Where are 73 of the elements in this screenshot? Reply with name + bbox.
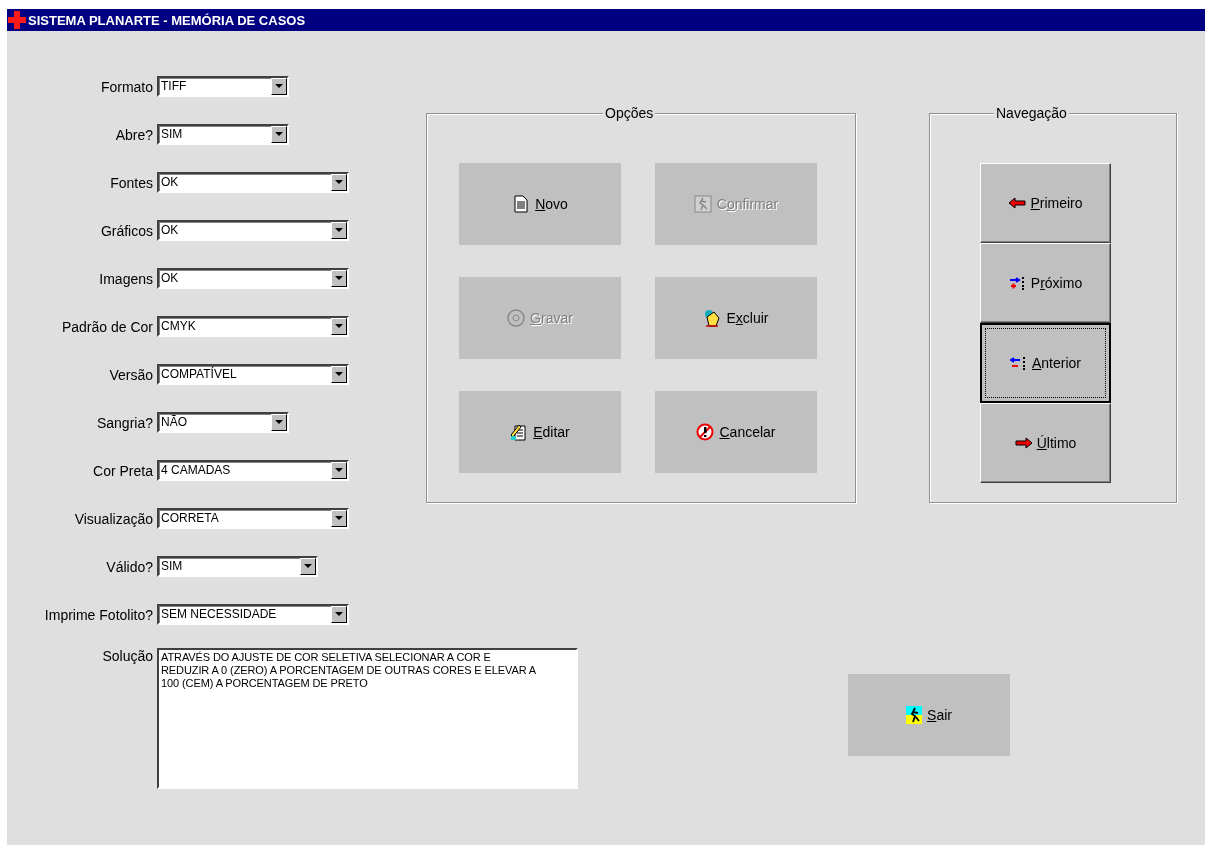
triangle-down-icon: [335, 276, 343, 281]
right-arrow-icon: [1014, 436, 1033, 450]
right-arrow-icon: [1008, 276, 1027, 290]
triangle-down-icon: [275, 84, 283, 89]
action-button[interactable]: Excluir: [655, 277, 817, 359]
triangle-down-icon: [335, 324, 343, 329]
field-label: Gráficos: [99, 222, 153, 239]
cross-icon: [8, 11, 26, 29]
running-figure-icon: [906, 706, 923, 724]
dropdown-arrow-button[interactable]: [331, 222, 347, 239]
triangle-down-icon: [335, 180, 343, 185]
dropdown-arrow-button[interactable]: [331, 174, 347, 191]
dropdown[interactable]: SIM: [157, 124, 289, 145]
action-button[interactable]: Novo: [459, 163, 621, 245]
triangle-down-icon: [335, 612, 343, 617]
triangle-down-icon: [335, 516, 343, 521]
dropdown[interactable]: 4 CAMADAS: [157, 460, 349, 481]
dropdown-arrow-button[interactable]: [271, 78, 287, 95]
document-pencil-icon: [510, 423, 529, 441]
running-figure-icon: [693, 195, 712, 213]
dropdown-arrow-button[interactable]: [331, 318, 347, 335]
prohibited-icon: [696, 423, 715, 441]
navigation-button[interactable]: Último: [980, 403, 1111, 483]
field-label: Padrão de Cor: [60, 318, 153, 335]
navigation-button[interactable]: Anterior: [980, 323, 1111, 403]
field-label: Solução: [101, 648, 153, 664]
dropdown-arrow-button[interactable]: [300, 558, 316, 575]
navigation-button[interactable]: Próximo: [980, 243, 1111, 323]
group-title: Navegação: [994, 105, 1069, 121]
triangle-down-icon: [335, 468, 343, 473]
dropdown-arrow-button[interactable]: [271, 414, 287, 431]
dropdown[interactable]: CORRETA: [157, 508, 349, 529]
field-label: Imagens: [98, 270, 153, 287]
field-label: Fontes: [109, 174, 153, 191]
field-label: Cor Preta: [92, 462, 153, 479]
dropdown[interactable]: SEM NECESSIDADE: [157, 604, 349, 625]
dropdown-arrow-button[interactable]: [331, 366, 347, 383]
dropdown[interactable]: OK: [157, 268, 349, 289]
dropdown-arrow-button[interactable]: [331, 510, 347, 527]
triangle-down-icon: [275, 420, 283, 425]
left-arrow-icon: [1008, 196, 1027, 210]
action-button[interactable]: Cancelar: [655, 391, 817, 473]
dropdown[interactable]: CMYK: [157, 316, 349, 337]
solution-field[interactable]: ATRAVÉS DO AJUSTE DE COR SELETIVA SELECIONAR A COR E REDUZIR A 0 (ZERO) A PORCENTAGEM DE OUTRAS CORES E ELEVAR A 100 (CEM) A PORCENTAGEM DE PRETO: [157, 648, 578, 789]
dropdown-arrow-button[interactable]: [331, 606, 347, 623]
field-label: Versão: [108, 366, 153, 383]
field-label: Visualização: [73, 510, 153, 527]
document-icon: [512, 195, 531, 213]
triangle-down-icon: [335, 372, 343, 377]
dropdown-arrow-button[interactable]: [331, 462, 347, 479]
field-label: Formato: [99, 78, 153, 95]
dropdown[interactable]: COMPATÍVEL: [157, 364, 349, 385]
field-label: Imprime Fotolito?: [43, 606, 153, 623]
field-label: Válido?: [105, 558, 153, 575]
triangle-down-icon: [335, 228, 343, 233]
dropdown-arrow-button[interactable]: [271, 126, 287, 143]
dropdown[interactable]: NÃO: [157, 412, 289, 433]
left-arrow-icon: [1010, 356, 1028, 370]
exit-button[interactable]: Sair: [848, 674, 1010, 756]
navigation-button[interactable]: Primeiro: [980, 163, 1111, 243]
dropdown[interactable]: SIM: [157, 556, 318, 577]
disc-icon: [507, 309, 526, 327]
action-button[interactable]: Editar: [459, 391, 621, 473]
dropdown-arrow-button[interactable]: [331, 270, 347, 287]
group-title: Opções: [603, 105, 656, 121]
triangle-down-icon: [275, 132, 283, 137]
field-label: Abre?: [114, 126, 153, 143]
dropdown[interactable]: TIFF: [157, 76, 289, 97]
dropdown[interactable]: OK: [157, 172, 349, 193]
triangle-down-icon: [304, 564, 312, 569]
window-title: SISTEMA PLANARTE - MEMÓRIA DE CASOS: [28, 12, 306, 28]
field-label: Sangria?: [95, 414, 153, 431]
dropdown[interactable]: OK: [157, 220, 349, 241]
